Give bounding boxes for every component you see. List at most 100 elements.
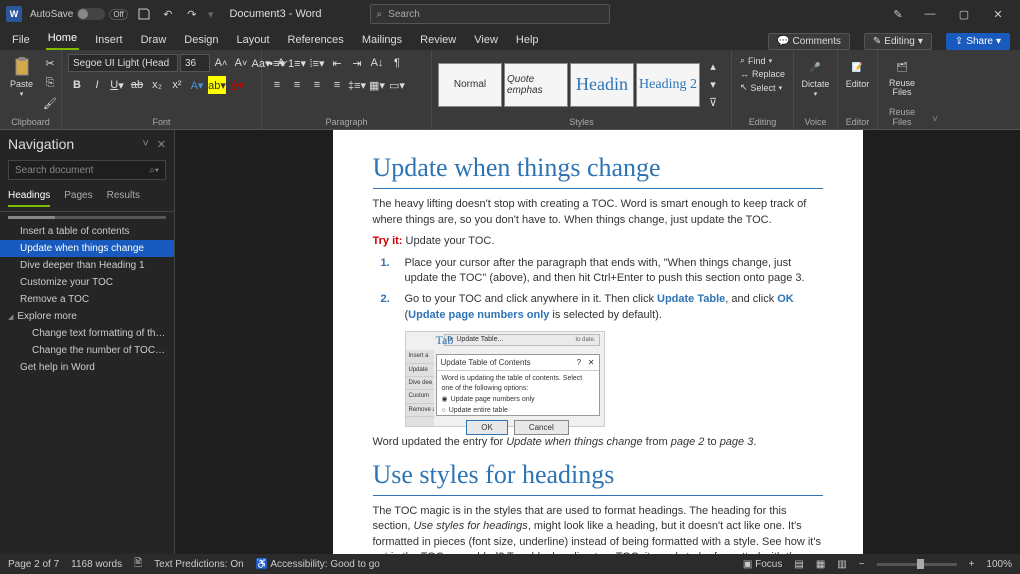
body-text[interactable]: The heavy lifting doesn't stop with crea… [373, 197, 823, 228]
paste-button[interactable]: Paste ▾ [6, 54, 37, 100]
style-heading2[interactable]: Heading 2 [636, 63, 700, 107]
search-dropdown-icon[interactable]: ⌕▾ [149, 165, 159, 176]
nav-item[interactable]: Explore more [0, 308, 174, 325]
font-name-select[interactable] [68, 54, 178, 72]
nav-chevron-icon[interactable]: ˅ [142, 138, 148, 151]
styles-gallery[interactable]: Normal Quote emphas Headin Heading 2 [438, 63, 700, 107]
nav-close-icon[interactable]: ✕ [157, 138, 166, 151]
multilevel-icon[interactable]: ⁞≡▾ [308, 54, 326, 72]
tryit-line[interactable]: Try it: Update your TOC. [373, 234, 823, 249]
highlight-icon[interactable]: ab▾ [208, 76, 226, 94]
decrease-indent-icon[interactable]: ⇤ [328, 54, 346, 72]
nav-item[interactable]: Get help in Word [0, 359, 174, 376]
replace-button[interactable]: ↔Replace [738, 68, 787, 80]
zoom-in-icon[interactable]: + [969, 559, 975, 570]
nav-search-input[interactable]: Search document ⌕▾ [8, 160, 166, 180]
bold-button[interactable]: B [68, 76, 86, 94]
font-color-icon[interactable]: A▾ [228, 76, 246, 94]
page-indicator[interactable]: Page 2 of 7 [8, 559, 59, 570]
style-normal[interactable]: Normal [438, 63, 502, 107]
shrink-font-icon[interactable]: A˅ [232, 54, 250, 72]
list-item[interactable]: Go to your TOC and click anywhere in it.… [397, 292, 823, 323]
comments-button[interactable]: 💬Comments [768, 33, 850, 50]
tab-mailings[interactable]: Mailings [360, 32, 404, 50]
tab-references[interactable]: References [286, 32, 346, 50]
zoom-level[interactable]: 100% [986, 559, 1012, 570]
font-size-select[interactable] [180, 54, 210, 72]
heading-1[interactable]: Update when things change [373, 150, 823, 189]
subscript-button[interactable]: x₂ [148, 76, 166, 94]
editor-button[interactable]: 📝 Editor [842, 54, 874, 91]
numbering-icon[interactable]: 1≡▾ [288, 54, 306, 72]
view-print-icon[interactable]: ▦ [816, 559, 825, 570]
tab-layout[interactable]: Layout [235, 32, 272, 50]
accessibility-status[interactable]: ♿ Accessibility: Good to go [256, 559, 380, 570]
align-center-icon[interactable]: ≡ [288, 76, 306, 94]
strike-button[interactable]: ab [128, 76, 146, 94]
list-item[interactable]: Place your cursor after the paragraph th… [397, 256, 823, 287]
text-predictions[interactable]: Text Predictions: On [154, 559, 243, 570]
zoom-slider[interactable] [877, 563, 957, 566]
tab-design[interactable]: Design [182, 32, 220, 50]
show-marks-icon[interactable]: ¶ [388, 54, 406, 72]
dictate-button[interactable]: 🎤 Dictate▾ [798, 54, 834, 100]
nav-item[interactable]: Dive deeper than Heading 1 [0, 257, 174, 274]
tab-view[interactable]: View [472, 32, 500, 50]
word-count[interactable]: 1168 words [71, 559, 122, 570]
nav-item[interactable]: Customize your TOC [0, 274, 174, 291]
underline-button[interactable]: U▾ [108, 76, 126, 94]
language-icon[interactable]: 🖹 [134, 556, 142, 573]
nav-tab-pages[interactable]: Pages [64, 190, 92, 207]
format-painter-icon[interactable]: 🖌 [41, 94, 59, 112]
tab-insert[interactable]: Insert [93, 32, 125, 50]
tab-home[interactable]: Home [46, 30, 79, 50]
justify-icon[interactable]: ≡ [328, 76, 346, 94]
nav-tab-headings[interactable]: Headings [8, 190, 50, 207]
page[interactable]: Update when things change The heavy lift… [333, 130, 863, 554]
italic-button[interactable]: I [88, 76, 106, 94]
close-button[interactable]: ✕ [982, 4, 1014, 24]
redo-icon[interactable]: ↷ [184, 6, 200, 22]
sort-icon[interactable]: A↓ [368, 54, 386, 72]
styles-up-icon[interactable]: ▴ [704, 58, 722, 76]
share-button[interactable]: ⇪Share▾ [946, 33, 1010, 50]
nav-item[interactable]: Insert a table of contents [0, 223, 174, 240]
editing-mode-button[interactable]: ✎Editing▾ [864, 33, 932, 50]
nav-item[interactable]: Change text formatting of the TO... [0, 325, 174, 342]
style-heading1[interactable]: Headin [570, 63, 634, 107]
autosave-toggle[interactable]: AutoSave Off [30, 8, 128, 20]
focus-mode[interactable]: ▣ Focus [743, 559, 782, 570]
style-quote[interactable]: Quote emphas [504, 63, 568, 107]
minimize-button[interactable]: — [914, 4, 946, 24]
undo-icon[interactable]: ↶ [160, 6, 176, 22]
find-button[interactable]: ⌕Find▾ [738, 54, 787, 67]
collapse-ribbon-icon[interactable]: ˅ [932, 114, 938, 125]
increase-indent-icon[interactable]: ⇥ [348, 54, 366, 72]
styles-down-icon[interactable]: ▾ [704, 76, 722, 94]
bullets-icon[interactable]: •≡▾ [268, 54, 286, 72]
document-area[interactable]: Update when things change The heavy lift… [175, 130, 1020, 554]
search-input[interactable]: ⌕ Search [370, 4, 610, 24]
pen-icon[interactable]: ✎ [890, 6, 906, 22]
nav-tab-results[interactable]: Results [107, 190, 140, 207]
body-text[interactable]: The TOC magic is in the styles that are … [373, 504, 823, 554]
grow-font-icon[interactable]: A˄ [212, 54, 230, 72]
line-spacing-icon[interactable]: ‡≡▾ [348, 76, 366, 94]
select-button[interactable]: ↖Select▾ [738, 81, 787, 94]
tab-file[interactable]: File [10, 32, 32, 50]
superscript-button[interactable]: x² [168, 76, 186, 94]
heading-1[interactable]: Use styles for headings [373, 457, 823, 496]
nav-item[interactable]: Remove a TOC [0, 291, 174, 308]
text-effects-icon[interactable]: A▾ [188, 76, 206, 94]
save-icon[interactable] [136, 6, 152, 22]
borders-icon[interactable]: ▭▾ [388, 76, 406, 94]
align-right-icon[interactable]: ≡ [308, 76, 326, 94]
styles-more-icon[interactable]: ⊽ [704, 94, 722, 112]
zoom-out-icon[interactable]: − [859, 559, 865, 570]
reuse-files-button[interactable]: 🗂 Reuse Files [884, 54, 920, 99]
align-left-icon[interactable]: ≡ [268, 76, 286, 94]
copy-icon[interactable]: ⎘ [41, 74, 59, 92]
nav-item[interactable]: Update when things change [0, 240, 174, 257]
shading-icon[interactable]: ▦▾ [368, 76, 386, 94]
toggle-pill-icon[interactable] [77, 8, 105, 20]
